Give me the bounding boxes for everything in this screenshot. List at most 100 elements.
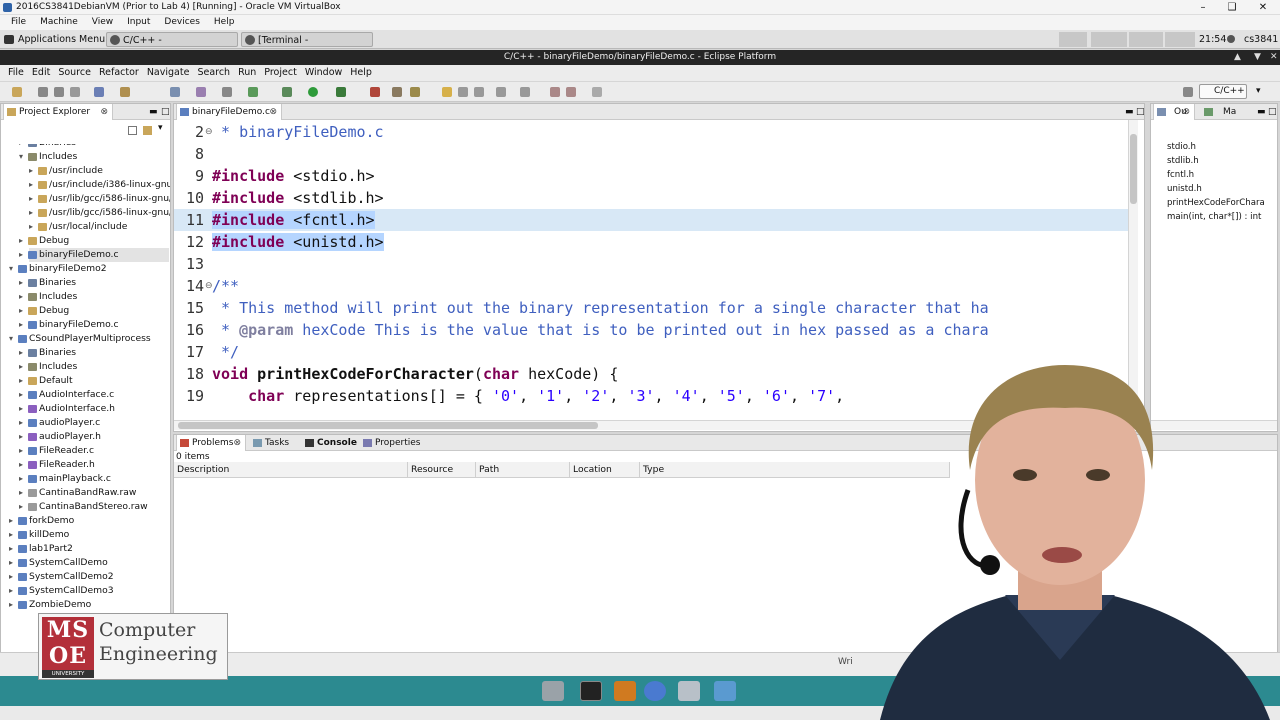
- expand-right-icon[interactable]: ▸: [19, 276, 23, 290]
- expand-right-icon[interactable]: ▸: [29, 178, 33, 192]
- tree-item[interactable]: ▸ Default: [19, 374, 169, 388]
- expand-right-icon[interactable]: ▸: [19, 234, 23, 248]
- column-path[interactable]: Path: [476, 462, 570, 478]
- next-annotation-icon[interactable]: [496, 87, 506, 97]
- workspace-1[interactable]: [1091, 32, 1127, 47]
- eclipse-menu-search[interactable]: Search: [193, 65, 234, 81]
- expand-right-icon[interactable]: ▸: [29, 220, 33, 234]
- expand-right-icon[interactable]: ▸: [9, 584, 13, 598]
- link-editor-icon[interactable]: [143, 126, 152, 135]
- vbox-menu-help[interactable]: Help: [207, 15, 242, 30]
- expand-right-icon[interactable]: ▸: [9, 514, 13, 528]
- code-line[interactable]: 13: [174, 253, 1129, 275]
- close-problems-icon[interactable]: ⊗: [233, 435, 241, 451]
- tree-item[interactable]: ▸ Binaries: [19, 346, 169, 360]
- network-icon[interactable]: [1059, 32, 1087, 47]
- expand-right-icon[interactable]: ▸: [9, 556, 13, 570]
- expand-right-icon[interactable]: ▸: [19, 318, 23, 332]
- open-perspective-icon[interactable]: [1183, 87, 1193, 97]
- eclipse-menu-navigate[interactable]: Navigate: [143, 65, 194, 81]
- vbox-menu-file[interactable]: File: [4, 15, 33, 30]
- tree-item[interactable]: ▸ Includes: [19, 290, 169, 304]
- tree-item[interactable]: ▸ forkDemo: [9, 514, 169, 528]
- tab-make-targets[interactable]: Ma: [1201, 104, 1241, 120]
- column-location[interactable]: Location: [570, 462, 640, 478]
- terminal-dock-icon[interactable]: [580, 681, 602, 701]
- expand-right-icon[interactable]: ▸: [19, 346, 23, 360]
- column-resource[interactable]: Resource: [408, 462, 476, 478]
- new-class-icon[interactable]: [196, 87, 206, 97]
- close-tab-icon[interactable]: ⊗: [100, 104, 108, 120]
- save-icon[interactable]: [38, 87, 48, 97]
- tree-item[interactable]: ▸ AudioInterface.c: [19, 388, 169, 402]
- code-line[interactable]: 14 /**: [174, 275, 1129, 297]
- hammer-icon[interactable]: [120, 87, 130, 97]
- outline-item[interactable]: main(int, char*[]) : int: [1167, 210, 1279, 224]
- eclipse-menu-project[interactable]: Project: [260, 65, 301, 81]
- expand-right-icon[interactable]: ▸: [19, 402, 23, 416]
- vbox-menu-devices[interactable]: Devices: [157, 15, 206, 30]
- new-project-icon[interactable]: [170, 87, 180, 97]
- file-manager-icon[interactable]: [614, 681, 636, 701]
- tree-item[interactable]: ▸ ZombieDemo: [9, 598, 169, 612]
- code-line[interactable]: 15 * This method will print out the bina…: [174, 297, 1129, 319]
- tree-item[interactable]: ▸ audioPlayer.h: [19, 430, 169, 444]
- editor-scroll-thumb[interactable]: [1130, 134, 1137, 204]
- maximize-view-icon[interactable]: □: [161, 104, 170, 120]
- task-terminal[interactable]: [Terminal - cs3841@SEC...: [241, 32, 373, 61]
- build-icon[interactable]: [94, 87, 104, 97]
- tree-item[interactable]: ▸ CantinaBandRaw.raw: [19, 486, 169, 500]
- show-whitespace-icon[interactable]: [474, 87, 484, 97]
- tree-item[interactable]: ▸ /usr/local/include: [29, 220, 169, 234]
- refresh-icon[interactable]: [248, 87, 258, 97]
- tree-item[interactable]: ▸ /usr/lib/gcc/i586-linux-gnu/4.: [29, 192, 170, 206]
- code-line[interactable]: 16 * @param hexCode This is the value th…: [174, 319, 1129, 341]
- tree-item[interactable]: ▾ binaryFileDemo2: [9, 262, 169, 276]
- tree-item[interactable]: ▸ mainPlayback.c: [19, 472, 169, 486]
- tab-console[interactable]: Console: [302, 435, 358, 451]
- collapse-all-icon[interactable]: [128, 126, 137, 135]
- close-icon[interactable]: ✕: [1254, 0, 1272, 15]
- tree-item[interactable]: ▸ FileReader.h: [19, 458, 169, 472]
- eclipse-close-icon[interactable]: ✕: [1270, 50, 1278, 65]
- code-line[interactable]: 8: [174, 143, 1129, 165]
- code-line[interactable]: 10 #include <stdlib.h>: [174, 187, 1129, 209]
- tree-item[interactable]: ▸ lab1Part2: [9, 542, 169, 556]
- unmaximize-icon[interactable]: ▼: [1254, 50, 1261, 65]
- tab-binaryfiledemo-c[interactable]: binaryFileDemo.c ⊗: [176, 104, 282, 120]
- close-editor-icon[interactable]: ⊗: [269, 104, 277, 120]
- tree-item[interactable]: ▸ binaryFileDemo.c: [19, 248, 169, 262]
- tree-item[interactable]: ▸ /usr/include: [29, 164, 169, 178]
- tree-item[interactable]: ▾ Includes: [19, 150, 169, 164]
- applications-menu[interactable]: Applications Menu: [4, 30, 105, 49]
- tree-item[interactable]: ▸ binaryFileDemo.c: [19, 318, 169, 332]
- eclipse-menu-file[interactable]: File: [4, 65, 28, 81]
- perspective-dropdown-icon[interactable]: ▾: [1256, 86, 1261, 96]
- vbox-menu-machine[interactable]: Machine: [33, 15, 85, 30]
- task-eclipse[interactable]: C/C++ - binaryFileDemo...: [106, 32, 238, 61]
- debug-icon[interactable]: [282, 87, 292, 97]
- eclipse-menu-run[interactable]: Run: [234, 65, 260, 81]
- maximize-editor-icon[interactable]: □: [1136, 104, 1145, 120]
- outline-item[interactable]: unistd.h: [1167, 182, 1279, 196]
- expand-right-icon[interactable]: ▸: [19, 472, 23, 486]
- expand-right-icon[interactable]: ▸: [19, 304, 23, 318]
- expand-right-icon[interactable]: ▸: [19, 388, 23, 402]
- tree-item[interactable]: ▸ killDemo: [9, 528, 169, 542]
- tree-item[interactable]: ▾ CSoundPlayerMultiprocess: [9, 332, 169, 346]
- code-line[interactable]: 9 #include <stdio.h>: [174, 165, 1129, 187]
- expand-right-icon[interactable]: ▸: [29, 192, 33, 206]
- block-select-icon[interactable]: [458, 87, 468, 97]
- tree-item[interactable]: ▸ AudioInterface.h: [19, 402, 169, 416]
- folder-dock-icon[interactable]: [714, 681, 736, 701]
- skip-breakpoints-icon[interactable]: [370, 87, 380, 97]
- tab-properties[interactable]: Properties: [360, 435, 426, 451]
- perspective-switcher[interactable]: C/C++: [1199, 84, 1247, 99]
- tab-problems[interactable]: Problems ⊗: [176, 435, 246, 451]
- expand-right-icon[interactable]: ▸: [9, 598, 13, 612]
- expand-right-icon[interactable]: ▸: [19, 248, 23, 262]
- expand-right-icon[interactable]: ▸: [19, 500, 23, 514]
- eclipse-menu-window[interactable]: Window: [301, 65, 346, 81]
- pen-icon[interactable]: [410, 87, 420, 97]
- expand-right-icon[interactable]: ▸: [19, 430, 23, 444]
